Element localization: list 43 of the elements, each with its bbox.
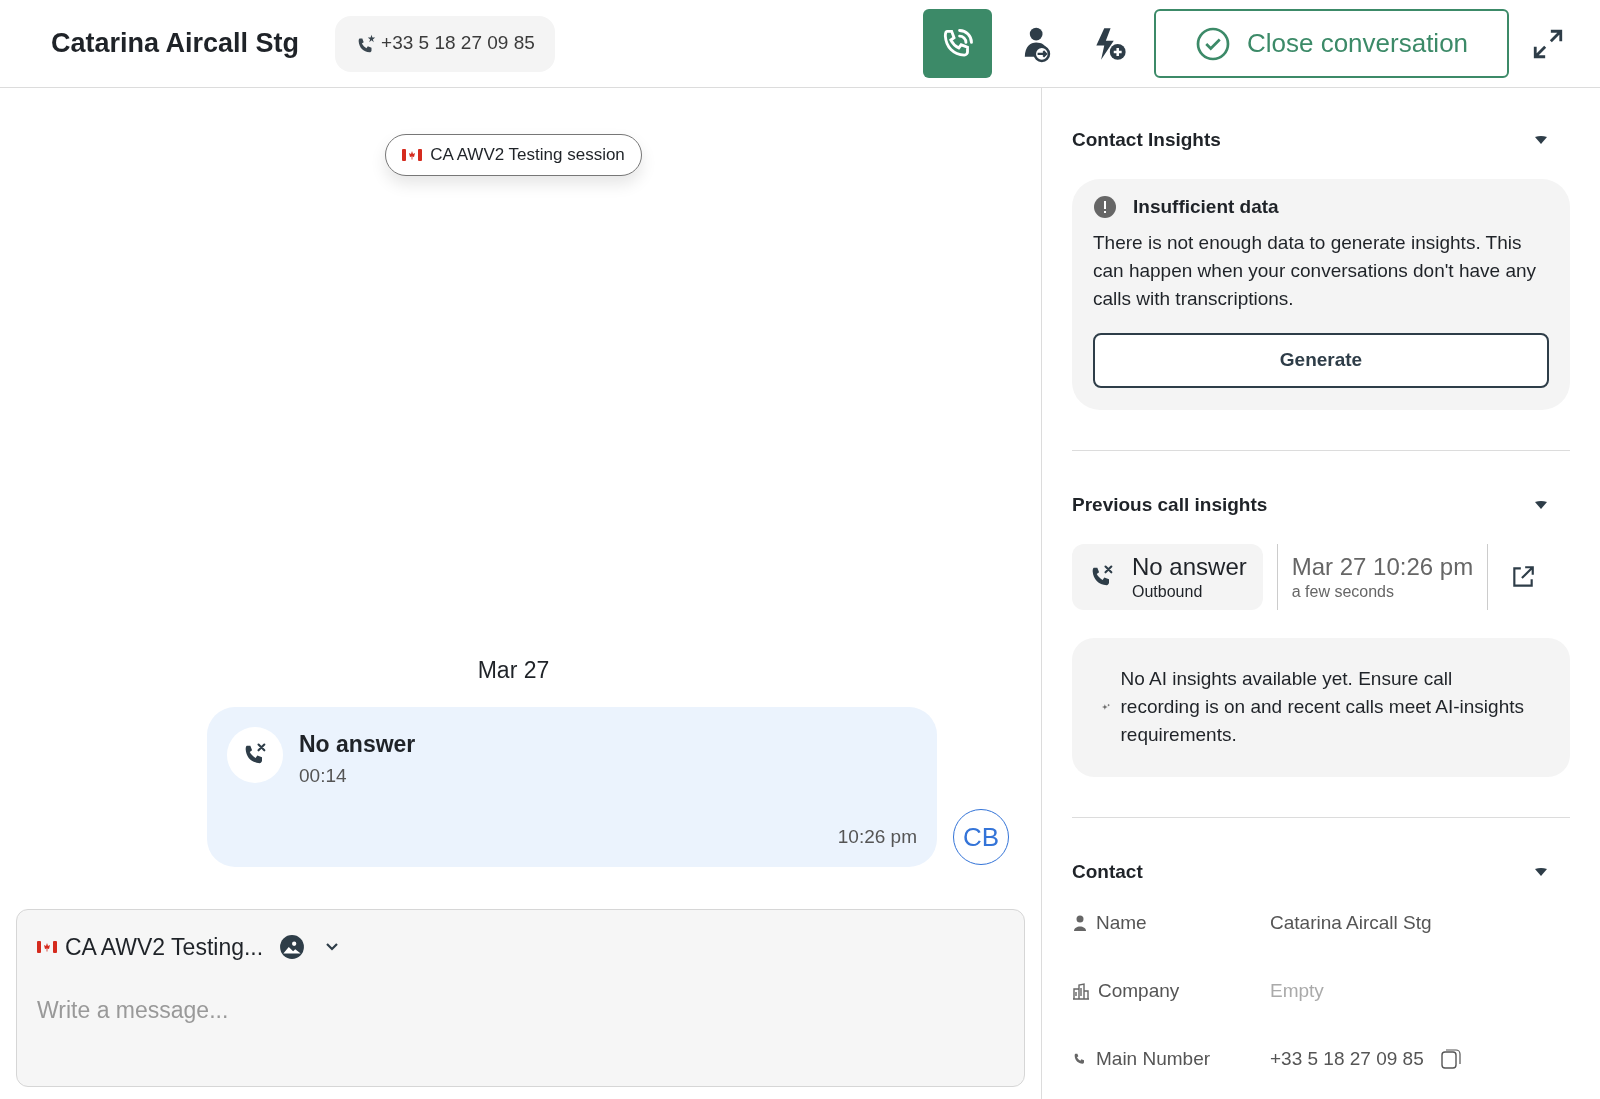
- call-datetime: Mar 27 10:26 pm: [1291, 551, 1474, 582]
- session-label: CA AWV2 Testing session: [430, 144, 625, 167]
- call-status: No answer: [299, 730, 416, 759]
- field-label: Company: [1098, 978, 1180, 1003]
- info-icon: [1093, 194, 1117, 219]
- collapse-caret-icon[interactable]: [1534, 500, 1548, 511]
- call-button[interactable]: [923, 9, 992, 78]
- call-length: a few seconds: [1291, 581, 1395, 602]
- call-duration: 00:14: [299, 763, 348, 788]
- call-status: No answer: [1132, 551, 1247, 582]
- chevron-down-icon[interactable]: [325, 942, 340, 953]
- field-value: Empty: [1270, 978, 1324, 1003]
- channel-name: CA AWV2 Testing...: [65, 933, 264, 962]
- phone-number: +33 5 18 27 09 85: [381, 31, 535, 56]
- section-title: Contact: [1072, 859, 1143, 884]
- open-external-icon[interactable]: [1510, 563, 1537, 590]
- contact-title: Catarina Aircall Stg: [51, 27, 300, 61]
- collapse-caret-icon[interactable]: [1534, 866, 1548, 877]
- ai-insights-text: No AI insights available yet. Ensure call recording is on and recent calls meet AI-insights requirements.: [1120, 667, 1525, 747]
- field-value: Catarina Aircall Stg: [1270, 910, 1432, 935]
- section-title: Contact Insights: [1072, 128, 1221, 152]
- call-summary-card[interactable]: No answer Outbound: [1072, 543, 1263, 610]
- section-title: Previous call insights: [1072, 493, 1268, 517]
- canada-flag-icon: [37, 939, 57, 956]
- generate-button[interactable]: Generate: [1093, 333, 1549, 388]
- building-icon: [1072, 982, 1090, 1000]
- call-direction: Outbound: [1132, 581, 1204, 602]
- message-input[interactable]: Write a message...: [37, 992, 1004, 1027]
- message-time: 10:26 pm: [837, 824, 917, 849]
- field-label: Main Number: [1096, 1046, 1211, 1071]
- close-conversation-button[interactable]: Close conversation: [1154, 9, 1509, 78]
- notice-title: Insufficient data: [1133, 194, 1279, 219]
- canada-flag-icon: [402, 147, 423, 163]
- collapse-caret-icon[interactable]: [1534, 135, 1548, 146]
- media-icon[interactable]: [279, 934, 306, 961]
- person-icon: [1072, 914, 1088, 932]
- field-label: Name: [1096, 910, 1147, 935]
- copy-icon[interactable]: [1439, 1048, 1462, 1070]
- channel-selector[interactable]: CA AWV2 Testing...: [37, 930, 340, 965]
- check-circle-icon: [1194, 25, 1231, 62]
- field-value: +33 5 18 27 09 85: [1270, 1046, 1424, 1071]
- notice-text: There is not enough data to generate insights. This can happen when your conversations don't have any calls with transcriptions.: [1093, 231, 1538, 311]
- date-separator: Mar 27: [477, 655, 550, 685]
